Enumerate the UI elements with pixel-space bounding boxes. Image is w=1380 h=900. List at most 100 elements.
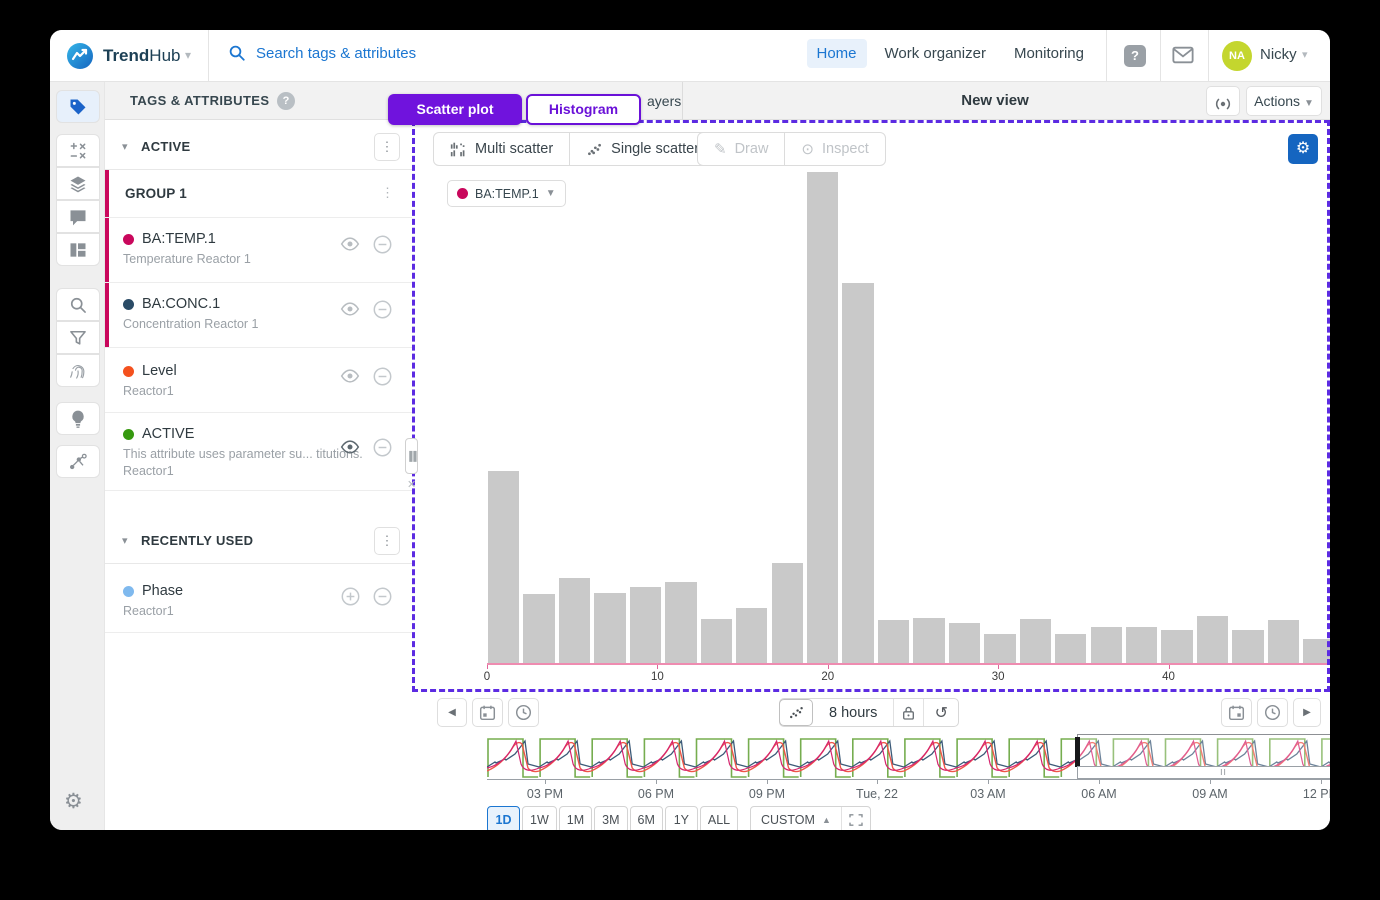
tag-row-ba-temp-1[interactable]: BA:TEMP.1 Temperature Reactor 1 (105, 218, 412, 283)
broadcast-icon (1211, 89, 1235, 117)
username[interactable]: Nicky (1260, 46, 1297, 63)
remove-minus-icon[interactable] (373, 367, 392, 386)
range-button-all[interactable]: ALL (700, 806, 738, 830)
envelope-icon (1172, 46, 1194, 64)
histogram-bar (772, 563, 803, 663)
single-scatter-button[interactable]: Single scatter (570, 133, 715, 165)
set-start-time-button[interactable] (508, 698, 539, 727)
set-start-date-button[interactable] (472, 698, 503, 727)
multi-scatter-button[interactable]: Multi scatter (434, 133, 570, 165)
history-reset-button[interactable]: ↺ (924, 699, 958, 726)
brand-logo[interactable]: TrendHub (66, 42, 180, 70)
lock-duration-button[interactable] (894, 699, 924, 726)
section-menu-button[interactable]: ⋮ (374, 133, 400, 161)
rail-filter-button[interactable] (56, 321, 100, 354)
timeline-scrubber[interactable]: 03 PM06 PM09 PMTue, 2203 AM06 AM09 AM12 … (487, 734, 1330, 800)
x-tick-label: 20 (821, 671, 834, 683)
legend-chip[interactable]: BA:TEMP.1 ▼ (447, 180, 566, 207)
avatar[interactable]: NA (1222, 41, 1252, 71)
visibility-eye-icon[interactable] (340, 368, 360, 384)
broadcast-button[interactable] (1206, 86, 1240, 116)
histogram-bar (842, 283, 873, 663)
rail-settings-button[interactable]: ⚙ (64, 789, 83, 814)
range-button-3m[interactable]: 3M (594, 806, 627, 830)
scatter-mode-group: Multi scatter Single scatter (433, 132, 716, 166)
frame-select-icon (849, 814, 863, 826)
x-tick (1169, 665, 1170, 669)
chevron-down-icon[interactable]: ▾ (122, 140, 128, 153)
custom-range-frame-button[interactable] (842, 814, 870, 826)
timeline-selection-window[interactable]: II (1077, 734, 1330, 779)
visibility-eye-icon[interactable] (340, 439, 360, 455)
panel-help-icon[interactable]: ? (277, 92, 295, 110)
step-back-button[interactable]: ◀ (437, 698, 467, 727)
user-chevron-down-icon[interactable]: ▾ (1302, 48, 1308, 61)
selection-left-handle[interactable] (1075, 737, 1080, 767)
rail-layers-button[interactable] (56, 167, 100, 200)
section-title: ACTIVE (141, 139, 190, 154)
group-menu-button[interactable]: ⋮ (381, 185, 394, 201)
chevron-down-icon[interactable]: ▾ (122, 534, 128, 547)
histogram-toggle-button[interactable]: Histogram (526, 94, 641, 125)
rail-formulas-button[interactable] (56, 134, 100, 167)
visibility-eye-icon[interactable] (340, 236, 360, 252)
rail-fingerprint-button[interactable] (56, 354, 100, 387)
tag-row-phase[interactable]: Phase Reactor1 (105, 570, 412, 633)
remove-minus-icon[interactable] (373, 438, 392, 457)
tag-row-level[interactable]: Level Reactor1 (105, 350, 412, 413)
duration-label[interactable]: 8 hours (813, 699, 894, 726)
add-plus-icon[interactable] (341, 587, 360, 606)
x-tick (657, 665, 658, 669)
visibility-eye-icon[interactable] (340, 301, 360, 317)
set-end-date-button[interactable] (1221, 698, 1252, 727)
brand-chevron-down-icon[interactable]: ▾ (185, 48, 191, 62)
tag-row-active[interactable]: ACTIVE This attribute uses parameter su.… (105, 413, 412, 491)
nav-item-home[interactable]: Home (807, 39, 867, 68)
range-button-6m[interactable]: 6M (630, 806, 663, 830)
clock-icon (515, 704, 532, 721)
range-button-1w[interactable]: 1W (522, 806, 557, 830)
range-button-1y[interactable]: 1Y (665, 806, 698, 830)
range-button-1d[interactable]: 1D (487, 806, 520, 830)
nav-item-monitoring[interactable]: Monitoring (1004, 39, 1094, 68)
scatter-plot-toggle-button[interactable]: Scatter plot (388, 94, 522, 125)
inspect-button[interactable]: ⊙ Inspect (785, 133, 884, 165)
rail-context-button[interactable] (56, 445, 100, 478)
help-button[interactable]: ? (1124, 45, 1146, 67)
custom-range-button[interactable]: CUSTOM▲ (751, 807, 842, 830)
remove-minus-icon[interactable] (373, 235, 392, 254)
rail-suggestions-button[interactable] (56, 402, 100, 435)
histogram-bar (488, 471, 519, 663)
x-tick (828, 665, 829, 669)
actions-button[interactable]: Actions ▼ (1246, 86, 1322, 116)
chart-settings-button[interactable]: ⚙ (1288, 134, 1318, 164)
section-title: RECENTLY USED (141, 533, 253, 548)
rail-search-button[interactable] (56, 288, 100, 321)
mail-button[interactable] (1172, 46, 1194, 64)
tab-new-view[interactable]: New view (805, 92, 1185, 109)
step-forward-button[interactable]: ▶ (1293, 698, 1321, 727)
rail-tags-button[interactable] (56, 90, 100, 123)
range-button-1m[interactable]: 1M (559, 806, 592, 830)
tag-row-ba-conc-1[interactable]: BA:CONC.1 Concentration Reactor 1 (105, 283, 412, 348)
scatter-window-mode-button[interactable] (779, 699, 813, 726)
tab-layers-partial[interactable]: ayers (647, 93, 681, 109)
global-search-input[interactable]: Search tags & attributes (228, 44, 648, 62)
panel-resize-handle[interactable]: ▐▌ (405, 438, 418, 474)
remove-minus-icon[interactable] (373, 300, 392, 319)
rail-comments-button[interactable] (56, 200, 100, 233)
group-row[interactable]: GROUP 1 ⋮ (105, 170, 412, 218)
section-recently-used-header[interactable]: ▾ RECENTLY USED ⋮ (105, 518, 412, 564)
rail-dashboard-button[interactable] (56, 233, 100, 266)
selection-scroll-grip[interactable]: II (1077, 766, 1330, 779)
annotate-group: ✎ Draw ⊙ Inspect (697, 132, 886, 166)
series-color-dot (123, 299, 134, 310)
remove-minus-icon[interactable] (373, 587, 392, 606)
section-active-header[interactable]: ▾ ACTIVE ⋮ (105, 124, 412, 170)
nav-item-work-organizer[interactable]: Work organizer (875, 39, 996, 68)
panel-collapse-close-icon[interactable]: ✕ (407, 478, 416, 491)
draw-button[interactable]: ✎ Draw (698, 133, 785, 165)
x-tick (487, 665, 488, 669)
section-menu-button[interactable]: ⋮ (374, 527, 400, 555)
set-end-time-button[interactable] (1257, 698, 1288, 727)
